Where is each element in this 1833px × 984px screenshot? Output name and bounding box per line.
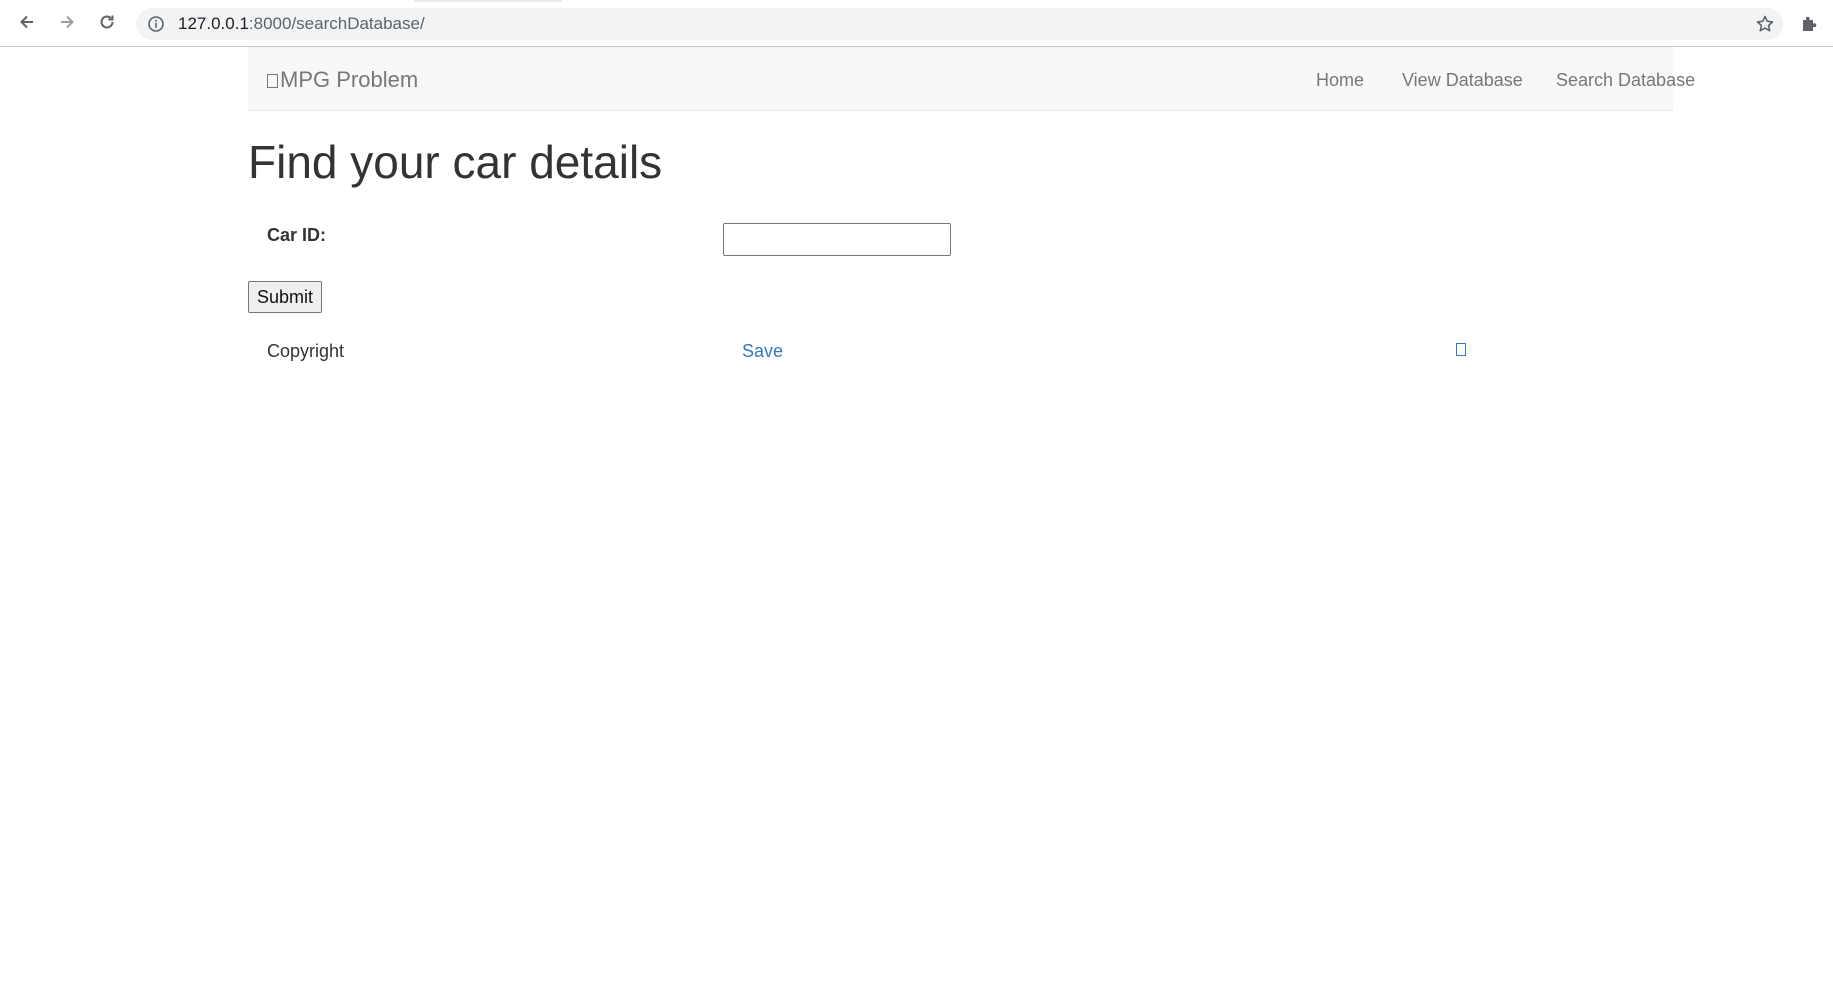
address-bar[interactable]: 127.0.0.1:8000/searchDatabase/ — [136, 8, 1783, 40]
nav-home[interactable]: Home — [1316, 69, 1364, 91]
info-icon[interactable] — [147, 15, 165, 33]
arrow-left-icon — [17, 12, 37, 37]
submit-button[interactable]: Submit — [248, 281, 322, 313]
url-text[interactable]: 127.0.0.1:8000/searchDatabase/ — [178, 15, 425, 33]
nav-view-database[interactable]: View Database — [1402, 69, 1523, 91]
forward-button[interactable] — [52, 9, 82, 39]
back-button[interactable] — [12, 9, 42, 39]
nav-links: Home View Database Search Database — [248, 69, 1695, 91]
footer-save-link[interactable]: Save — [742, 340, 783, 362]
puzzle-icon[interactable] — [1797, 12, 1821, 36]
arrow-right-icon — [57, 12, 77, 37]
star-icon[interactable] — [1755, 14, 1775, 34]
url-path: :8000/searchDatabase/ — [248, 14, 425, 33]
tab-indicator — [414, 0, 562, 2]
footer-glyph-icon[interactable] — [1456, 343, 1466, 356]
reload-button[interactable] — [92, 9, 122, 39]
footer-copyright: Copyright — [267, 341, 345, 361]
url-host: 127.0.0.1 — [178, 14, 249, 33]
reload-icon — [97, 12, 117, 37]
car-id-input[interactable] — [723, 223, 951, 256]
site-navbar: MPG Problem Home View Database Search Da… — [248, 47, 1695, 111]
car-id-label: Car ID: — [267, 225, 327, 245]
nav-search-database[interactable]: Search Database — [1556, 69, 1695, 91]
page-title: Find your car details — [248, 136, 663, 188]
browser-toolbar: 127.0.0.1:8000/searchDatabase/ — [0, 0, 1833, 47]
